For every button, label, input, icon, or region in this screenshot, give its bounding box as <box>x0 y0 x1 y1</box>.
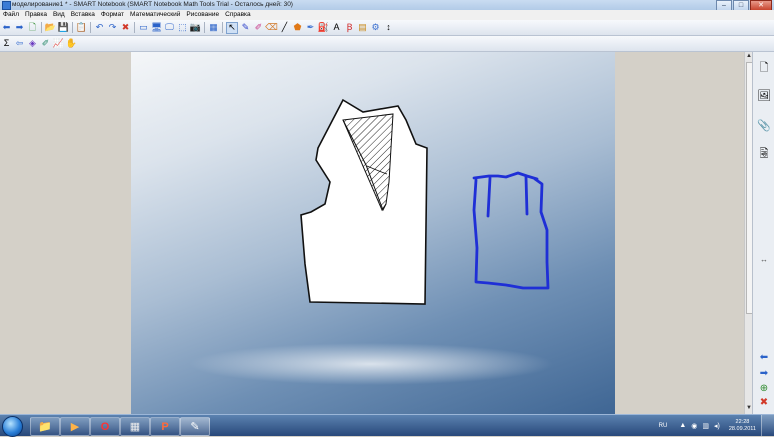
attachments-tab-icon[interactable]: 📎 <box>756 118 772 134</box>
page-drawing <box>300 98 550 305</box>
workspace-margin <box>0 52 131 414</box>
bodice-pattern-shape[interactable] <box>300 98 428 305</box>
line-icon[interactable]: ╱ <box>279 22 290 33</box>
dual-page-icon[interactable]: 🖵 <box>164 22 175 33</box>
toolbar-separator <box>90 22 91 33</box>
volume-icon[interactable]: ◂) <box>714 422 720 430</box>
menu-math[interactable]: Математический <box>127 10 183 20</box>
main-toolbar: ⬅ ➡ 🗋 📂 💾 📋 ↶ ↷ ✖ ▭ 🖥 🖵 ⬚ 📷 ▦ ↖ ✎ ✐ ⌫ ╱ … <box>0 20 774 36</box>
menu-draw[interactable]: Рисование <box>183 10 222 20</box>
start-button[interactable] <box>2 416 23 437</box>
blue-ink-sketch[interactable] <box>472 171 550 290</box>
menu-insert[interactable]: Вставка <box>68 10 98 20</box>
screen-capture-icon[interactable]: ⬚ <box>177 22 188 33</box>
language-indicator[interactable]: RU <box>659 423 668 429</box>
menu-bar: Файл Правка Вид Вставка Формат Математич… <box>0 10 774 20</box>
toolbar-separator <box>72 22 73 33</box>
shapes-icon[interactable]: ⬟ <box>292 22 303 33</box>
fill-icon[interactable]: ⛽ <box>318 22 329 33</box>
graph-tool-icon[interactable]: ✐ <box>40 38 51 49</box>
redo-icon[interactable]: ↷ <box>107 22 118 33</box>
magic-pen-icon[interactable]: ✒ <box>305 22 316 33</box>
toolbar-separator <box>41 22 42 33</box>
side-forward-icon[interactable]: ➡ <box>757 368 771 379</box>
menu-edit[interactable]: Правка <box>22 10 50 20</box>
toolbar-separator <box>222 22 223 33</box>
toolbar-separator <box>134 22 135 33</box>
eraser-icon[interactable]: ⌫ <box>265 22 278 33</box>
math-tool-icon[interactable]: ◈ <box>27 38 38 49</box>
show-desktop-button[interactable] <box>761 415 774 436</box>
paste-icon[interactable]: 📋 <box>76 22 87 33</box>
clock-date: 28.09.2011 <box>728 425 756 432</box>
notebook-taskbar-icon[interactable]: ✎ <box>180 417 210 436</box>
workspace <box>0 52 751 414</box>
side-delete-icon[interactable]: ✖ <box>757 397 771 408</box>
full-screen-icon[interactable]: 🖥 <box>151 22 162 33</box>
math-toolbar: Σ ⇦ ◈ ✐ 📈 ✋ <box>0 36 774 52</box>
insert-table-icon[interactable]: ▦ <box>208 22 219 33</box>
add-page-icon[interactable]: 🗋 <box>27 22 38 33</box>
opera-taskbar-icon[interactable]: O <box>90 417 120 436</box>
side-back-icon[interactable]: ⬅ <box>757 352 771 363</box>
clock-time: 22:28 <box>735 418 750 425</box>
select-icon[interactable]: ↖ <box>226 21 238 34</box>
back-icon[interactable]: ⬅ <box>1 22 12 33</box>
media-player-taskbar-icon[interactable]: ▶ <box>60 417 90 436</box>
creative-pen-icon[interactable]: ✐ <box>253 22 264 33</box>
menu-format[interactable]: Формат <box>98 10 127 20</box>
clock[interactable]: 22:28 28.09.2011 <box>729 419 756 433</box>
measure-icon[interactable]: ⚙ <box>370 22 381 33</box>
arrow-tool-icon[interactable]: ⇦ <box>14 38 25 49</box>
tray-expand-icon[interactable]: ▲ <box>679 422 686 429</box>
pen-icon[interactable]: ✎ <box>240 22 251 33</box>
calculator-taskbar-icon[interactable]: ▦ <box>120 417 150 436</box>
taskbar: 📁 ▶ O ▦ P ✎ RU ▲ ◉ ▥ ◂) 22:28 28.09.2011 <box>0 414 774 437</box>
document-camera-icon[interactable]: 📷 <box>190 22 201 33</box>
delete-icon[interactable]: ✖ <box>120 22 131 33</box>
fill-color-icon[interactable]: ▤ <box>357 22 368 33</box>
side-tab-panel: 🗋 🖼 📎 🗟 ↔ ⬅ ➡ ⊕ ✖ <box>752 52 774 414</box>
network-icon[interactable]: ▥ <box>702 422 709 430</box>
app-icon <box>2 1 11 10</box>
toolbar-separator <box>204 22 205 33</box>
sigma-icon[interactable]: Σ <box>1 38 12 49</box>
open-icon[interactable]: 📂 <box>45 22 56 33</box>
tray-app-icon[interactable]: ◉ <box>691 422 697 430</box>
properties-icon[interactable]: Ꞵ <box>344 22 355 33</box>
properties-tab-icon[interactable]: 🗟 <box>756 146 772 162</box>
gallery-tab-icon[interactable]: 🖼 <box>756 88 772 104</box>
forward-icon[interactable]: ➡ <box>14 22 25 33</box>
notebook-page[interactable] <box>131 52 615 414</box>
powerpoint-taskbar-icon[interactable]: P <box>150 417 180 436</box>
menu-view[interactable]: Вид <box>50 10 68 20</box>
save-icon[interactable]: 💾 <box>58 22 69 33</box>
text-icon[interactable]: A <box>331 22 342 33</box>
move-toolbar-icon[interactable]: ↕ <box>383 22 394 33</box>
window-controls: – □ ✕ <box>715 0 772 11</box>
menu-help[interactable]: Справка <box>222 10 254 20</box>
screen-shade-icon[interactable]: ▭ <box>138 22 149 33</box>
window-title: моделирование1 * - SMART Notebook (SMART… <box>12 1 293 8</box>
hand-tool-icon[interactable]: ✋ <box>66 38 77 49</box>
system-tray: RU ▲ ◉ ▥ ◂) 22:28 28.09.2011 <box>659 415 756 436</box>
undo-icon[interactable]: ↶ <box>94 22 105 33</box>
side-add-page-icon[interactable]: ⊕ <box>757 383 771 394</box>
menu-file[interactable]: Файл <box>0 10 22 20</box>
chart-tool-icon[interactable]: 📈 <box>53 38 64 49</box>
explorer-taskbar-icon[interactable]: 📁 <box>30 417 60 436</box>
page-sorter-tab-icon[interactable]: 🗋 <box>756 60 772 76</box>
collapse-sidebar-icon[interactable]: ↔ <box>757 255 771 264</box>
